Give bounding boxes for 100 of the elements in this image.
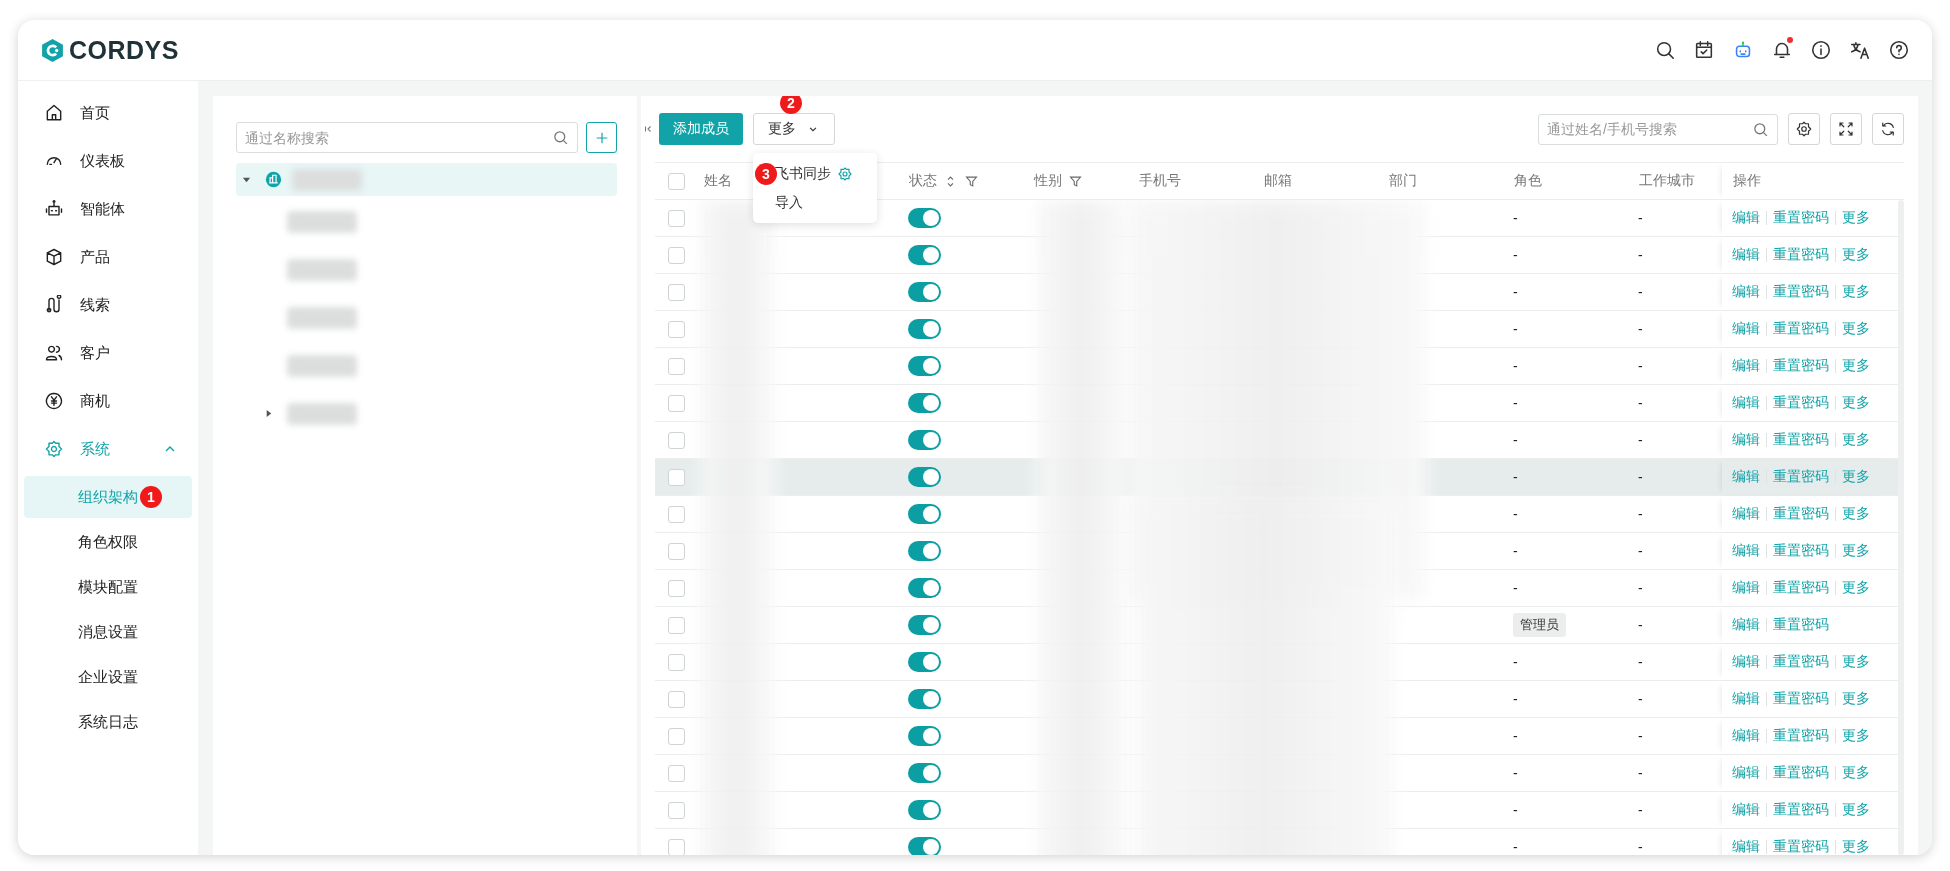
action-link[interactable]: 重置密码 [1773,653,1829,671]
help-icon[interactable] [1888,39,1910,61]
search-icon[interactable] [1654,39,1676,61]
action-link[interactable]: 重置密码 [1773,357,1829,375]
submenu-item[interactable]: 组织架构 1 [24,476,192,518]
action-link[interactable]: 重置密码 [1773,431,1829,449]
status-toggle[interactable] [908,763,941,783]
menu-item[interactable]: 导入 [775,193,803,212]
action-link[interactable]: 更多 [1842,505,1870,523]
status-toggle[interactable] [908,837,941,855]
action-link[interactable]: 更多 [1842,209,1870,227]
action-link[interactable]: 更多 [1842,357,1870,375]
status-toggle[interactable] [908,319,941,339]
nav-item[interactable]: 仪表板 [24,137,192,185]
status-toggle[interactable] [908,615,941,635]
action-link[interactable]: 编辑 [1732,394,1760,412]
action-link[interactable]: 重置密码 [1773,209,1829,227]
action-link[interactable]: 编辑 [1732,653,1760,671]
status-toggle[interactable] [908,282,941,302]
action-link[interactable]: 更多 [1842,801,1870,819]
row-checkbox[interactable] [667,209,685,227]
tree-node[interactable] [236,163,617,196]
filter-icon[interactable] [1068,173,1083,189]
action-link[interactable]: 重置密码 [1773,542,1829,560]
status-toggle[interactable] [908,689,941,709]
row-checkbox[interactable] [667,838,685,855]
action-link[interactable]: 编辑 [1732,209,1760,227]
status-toggle[interactable] [908,208,941,228]
action-link[interactable]: 更多 [1842,838,1870,855]
action-link[interactable]: 更多 [1842,320,1870,338]
submenu-item[interactable]: 角色权限 [24,521,192,563]
submenu-item[interactable]: 模块配置 [24,566,192,608]
status-toggle[interactable] [908,393,941,413]
action-link[interactable]: 更多 [1842,653,1870,671]
submenu-item[interactable]: 企业设置 [24,656,192,698]
submenu-item[interactable]: 消息设置 [24,611,192,653]
row-checkbox[interactable] [667,801,685,819]
settings-button[interactable] [1788,113,1820,145]
action-link[interactable]: 重置密码 [1773,801,1829,819]
action-link[interactable]: 重置密码 [1773,283,1829,301]
nav-item[interactable]: 首页 [24,89,192,137]
action-link[interactable]: 重置密码 [1773,394,1829,412]
translate-icon[interactable] [1849,39,1871,61]
action-link[interactable]: 重置密码 [1773,616,1829,634]
add-member-button[interactable]: 添加成员 [659,113,743,145]
status-toggle[interactable] [908,504,941,524]
action-link[interactable]: 更多 [1842,283,1870,301]
action-link[interactable]: 重置密码 [1773,320,1829,338]
filter-icon[interactable] [964,173,979,189]
submenu-item[interactable]: 系统日志 [24,701,192,743]
calendar-icon[interactable] [1693,39,1715,61]
action-link[interactable]: 重置密码 [1773,505,1829,523]
row-checkbox[interactable] [667,394,685,412]
action-link[interactable]: 编辑 [1732,838,1760,855]
status-toggle[interactable] [908,652,941,672]
status-toggle[interactable] [908,541,941,561]
action-link[interactable]: 编辑 [1732,468,1760,486]
select-all-checkbox[interactable] [667,172,685,190]
action-link[interactable]: 编辑 [1732,283,1760,301]
row-checkbox[interactable] [667,505,685,523]
nav-item[interactable]: 商机 [24,377,192,425]
action-link[interactable]: 更多 [1842,246,1870,264]
action-link[interactable]: 更多 [1842,542,1870,560]
nav-item[interactable]: 智能体 [24,185,192,233]
action-link[interactable]: 编辑 [1732,764,1760,782]
nav-item[interactable]: 产品 [24,233,192,281]
action-link[interactable]: 编辑 [1732,505,1760,523]
action-link[interactable]: 更多 [1842,579,1870,597]
action-link[interactable]: 重置密码 [1773,246,1829,264]
settings-icon[interactable] [837,165,853,182]
action-link[interactable]: 重置密码 [1773,727,1829,745]
add-button[interactable] [586,122,617,153]
action-link[interactable]: 更多 [1842,764,1870,782]
action-link[interactable]: 重置密码 [1773,838,1829,855]
row-checkbox[interactable] [667,468,685,486]
action-link[interactable]: 编辑 [1732,542,1760,560]
action-link[interactable]: 更多 [1842,394,1870,412]
nav-item[interactable]: 系统 [24,425,192,473]
row-checkbox[interactable] [667,542,685,560]
row-checkbox[interactable] [667,283,685,301]
row-checkbox[interactable] [667,357,685,375]
action-link[interactable]: 编辑 [1732,579,1760,597]
row-checkbox[interactable] [667,579,685,597]
nav-item[interactable]: 线索 [24,281,192,329]
row-checkbox[interactable] [667,320,685,338]
search-field[interactable]: 通过名称搜索 [236,122,578,153]
action-link[interactable]: 编辑 [1732,246,1760,264]
row-checkbox[interactable] [667,246,685,264]
status-toggle[interactable] [908,430,941,450]
action-link[interactable]: 编辑 [1732,727,1760,745]
collapse-icon[interactable] [643,124,653,134]
status-toggle[interactable] [908,467,941,487]
action-link[interactable]: 重置密码 [1773,764,1829,782]
action-link[interactable]: 编辑 [1732,357,1760,375]
row-checkbox[interactable] [667,727,685,745]
more-button[interactable]: 更多 [753,113,835,145]
action-link[interactable]: 编辑 [1732,431,1760,449]
action-link[interactable]: 更多 [1842,727,1870,745]
action-link[interactable]: 编辑 [1732,616,1760,634]
status-toggle[interactable] [908,800,941,820]
